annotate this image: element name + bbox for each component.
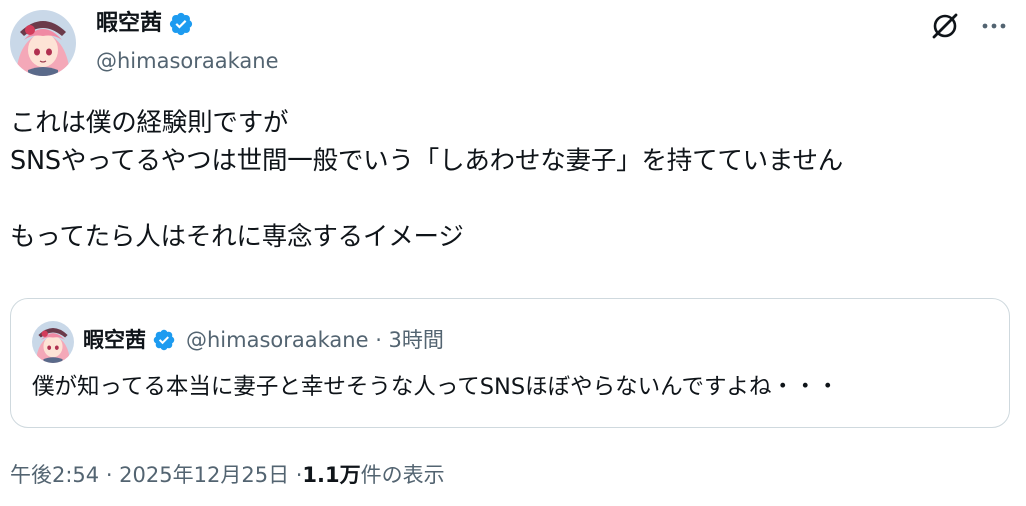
views-count: 1.1万	[302, 463, 361, 487]
quoted-tweet-text: 僕が知ってる本当に妻子と幸せそうな人ってSNSほぼやらないんですよね・・・	[32, 374, 840, 400]
verified-badge-icon[interactable]	[168, 11, 194, 37]
quoted-author-row[interactable]: 暇空茜 @himasoraakane · 3時間	[83, 326, 444, 354]
author-avatar[interactable]	[10, 10, 76, 76]
quoted-author-avatar[interactable]	[32, 321, 74, 363]
views-label: 件の表示	[360, 463, 445, 487]
timestamp-link[interactable]: 午後2:54 · 2025年12月25日 ·	[10, 460, 302, 490]
quoted-handle-time: @himasoraakane · 3時間	[186, 328, 444, 352]
avatar-illustration	[10, 10, 76, 76]
tweet-text-line: もってたら人はそれに専念するイメージ	[10, 222, 464, 252]
author-handle[interactable]: @himasoraakane	[96, 47, 279, 75]
more-options-icon[interactable]	[976, 8, 1012, 44]
tweet-metadata: 午後2:54 · 2025年12月25日 · 1.1万 件の表示	[10, 460, 445, 490]
verified-badge-icon	[152, 328, 176, 352]
quoted-tweet-card[interactable]: 暇空茜 @himasoraakane · 3時間 僕が知ってる本当に妻子と幸せそ…	[10, 298, 1010, 428]
author-name-row[interactable]: 暇空茜	[96, 9, 194, 39]
tweet-text-line: これは僕の経験則ですが	[10, 108, 289, 138]
tweet-text: これは僕の経験則ですが SNSやってるやつは世間一般でいう「しあわせな妻子」を持…	[10, 104, 843, 256]
author-display-name[interactable]: 暇空茜	[96, 9, 162, 39]
tweet-text-line	[10, 180, 843, 218]
avatar-illustration	[32, 321, 74, 363]
tweet-text-line: SNSやってるやつは世間一般でいう「しあわせな妻子」を持てていません	[10, 146, 844, 176]
quoted-author-name[interactable]: 暇空茜	[83, 326, 146, 354]
tweet-container: 暇空茜 @himasoraakane これは僕の経験則ですが SNSやってるやつ…	[0, 0, 1026, 506]
grok-icon[interactable]	[927, 8, 963, 44]
